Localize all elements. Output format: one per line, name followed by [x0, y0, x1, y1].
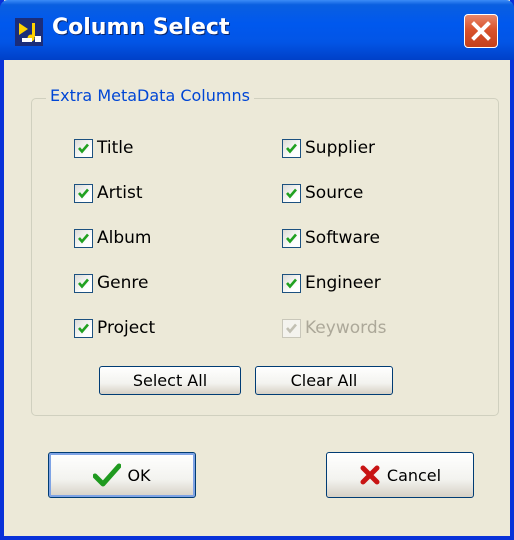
check-icon	[74, 138, 93, 158]
group-legend: Extra MetaData Columns	[46, 86, 254, 105]
ok-button[interactable]: OK	[48, 452, 196, 498]
cancel-label: Cancel	[386, 465, 442, 485]
window-title: Column Select	[52, 15, 230, 40]
green-check-icon	[93, 463, 122, 487]
close-button[interactable]	[464, 14, 498, 48]
check-icon	[282, 183, 301, 203]
checkbox-label: Title	[97, 138, 134, 158]
checkbox-source[interactable]: Source	[282, 181, 363, 205]
red-x-icon	[359, 464, 381, 486]
check-icon	[74, 273, 93, 293]
check-icon	[74, 228, 93, 248]
check-icon	[282, 318, 301, 338]
checkbox-project[interactable]: Project	[74, 316, 155, 340]
check-icon	[282, 228, 301, 248]
checkbox-software[interactable]: Software	[282, 226, 380, 250]
checkbox-engineer[interactable]: Engineer	[282, 271, 381, 295]
check-icon	[282, 273, 301, 293]
column-select-dialog: Column Select Extra MetaData Columns Tit…	[0, 0, 514, 540]
select-all-button[interactable]: Select All	[99, 366, 241, 395]
checkbox-keywords: Keywords	[282, 316, 386, 340]
checkbox-genre[interactable]: Genre	[74, 271, 148, 295]
clear-all-button[interactable]: Clear All	[255, 366, 393, 395]
checkbox-label: Keywords	[305, 318, 387, 338]
checkbox-label: Artist	[97, 183, 143, 203]
check-icon	[74, 183, 93, 203]
check-icon	[282, 138, 301, 158]
checkbox-label: Engineer	[305, 273, 381, 293]
checkbox-label: Album	[97, 228, 152, 248]
close-icon	[465, 21, 497, 51]
checkbox-album[interactable]: Album	[74, 226, 151, 250]
checkbox-artist[interactable]: Artist	[74, 181, 143, 205]
checkbox-title[interactable]: Title	[74, 136, 133, 160]
checkbox-supplier[interactable]: Supplier	[282, 136, 375, 160]
checkbox-label: Project	[97, 318, 156, 338]
check-icon	[74, 318, 93, 338]
music-note-icon	[14, 17, 44, 47]
checkbox-label: Source	[305, 183, 364, 203]
ok-label: OK	[127, 465, 151, 485]
title-bar[interactable]: Column Select	[0, 0, 514, 60]
checkbox-label: Supplier	[305, 138, 376, 158]
checkbox-label: Genre	[97, 273, 149, 293]
cancel-button[interactable]: Cancel	[326, 452, 474, 498]
checkbox-label: Software	[305, 228, 380, 248]
